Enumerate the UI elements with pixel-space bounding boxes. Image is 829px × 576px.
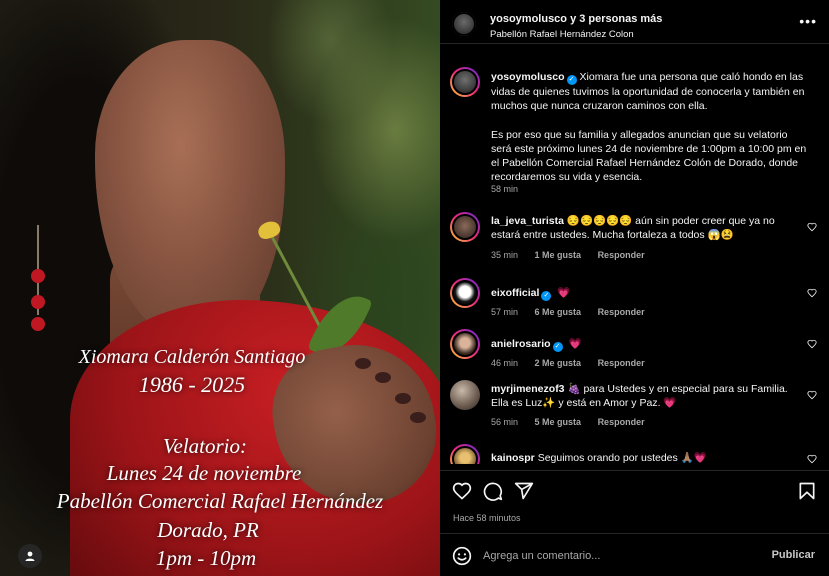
comment-like-icon[interactable] xyxy=(807,454,817,464)
comment-body: 💗 xyxy=(557,287,571,299)
overlay-time: 1pm - 10pm xyxy=(155,546,257,570)
comment-time: 46 min xyxy=(491,358,519,368)
comment-meta: 56 min 5 Me gusta Responder xyxy=(491,417,659,427)
more-options-icon[interactable]: ••• xyxy=(799,14,817,28)
post-side-panel: yosoymolusco y 3 personas más Pabellón R… xyxy=(440,0,829,576)
comment-like-icon[interactable] xyxy=(807,339,817,349)
verified-badge-icon: ✓ xyxy=(566,75,577,85)
comment-username[interactable]: la_jeva_turista xyxy=(491,215,564,227)
comment-body: Seguimos orando por ustedes 🙏🏽💗 xyxy=(537,452,707,464)
comment-like-icon[interactable] xyxy=(807,390,817,400)
comment-avatar[interactable] xyxy=(450,212,480,242)
overlay-date: Lunes 24 de noviembre xyxy=(106,461,302,485)
verified-badge-icon: ✓ xyxy=(541,291,552,301)
comment-meta: 46 min 2 Me gusta Responder xyxy=(491,358,659,368)
caption-time: 58 min xyxy=(491,184,519,194)
post-caption: yosoymolusco ✓ Xiomara fue una persona que… xyxy=(491,70,809,184)
comment-meta: 35 min 1 Me gusta Responder xyxy=(491,250,659,260)
overlay-velatorio: Velatorio: xyxy=(163,434,247,458)
bookmark-icon[interactable] xyxy=(797,481,817,501)
post-header: yosoymolusco y 3 personas más Pabellón R… xyxy=(440,0,829,44)
share-icon[interactable] xyxy=(514,481,534,501)
photo-earring xyxy=(31,225,45,335)
comment-like-icon[interactable] xyxy=(807,288,817,298)
add-comment-bar: Publicar xyxy=(440,533,829,576)
comment-reply-button[interactable]: Responder xyxy=(598,307,645,317)
comment-avatar[interactable] xyxy=(450,278,480,308)
comment-reply-button[interactable]: Responder xyxy=(598,358,645,368)
comment-text: la_jeva_turista 😔😔😔😔😔 aún sin poder cree… xyxy=(491,214,791,242)
comment-text: anielrosario ✓ 💗 xyxy=(491,337,791,352)
comment-text: myrjimenezof3 🍇 para Ustedes y en especi… xyxy=(491,382,791,410)
comment-username[interactable]: eixofficial xyxy=(491,287,539,299)
comment-avatar[interactable] xyxy=(450,380,480,410)
comment-username[interactable]: kainospr xyxy=(491,452,535,464)
person-icon xyxy=(25,551,35,561)
comment-time: 35 min xyxy=(491,250,519,260)
publish-button[interactable]: Publicar xyxy=(772,549,815,561)
post-actions xyxy=(440,470,829,510)
comment-username[interactable]: anielrosario xyxy=(491,338,551,350)
comment-reply-button[interactable]: Responder xyxy=(598,250,645,260)
verified-badge-icon: ✓ xyxy=(552,342,563,352)
post-timestamp[interactable]: Hace 58 minutos xyxy=(453,513,521,523)
caption-paragraph-2: Es por eso que su familia y allegados an… xyxy=(491,128,807,184)
comment-avatar[interactable] xyxy=(450,444,480,464)
post-photo: Xiomara Calderón Santiago 1986 - 2025 Ve… xyxy=(0,0,440,576)
comment-icon[interactable] xyxy=(483,481,503,501)
comment-text: kainospr Seguimos orando por ustedes 🙏🏽💗 xyxy=(491,451,791,464)
comment-likes[interactable]: 5 Me gusta xyxy=(535,417,582,427)
comment-body: 💗 xyxy=(568,338,582,350)
comment-likes[interactable]: 2 Me gusta xyxy=(535,358,582,368)
comment-likes[interactable]: 1 Me gusta xyxy=(535,250,582,260)
comment-reply-button[interactable]: Responder xyxy=(598,417,645,427)
heart-icon[interactable] xyxy=(452,481,472,501)
overlay-venue: Pabellón Comercial Rafael Hernández xyxy=(56,489,384,513)
tagged-users-button[interactable] xyxy=(18,544,42,568)
comment-time: 57 min xyxy=(491,307,519,317)
header-avatar[interactable] xyxy=(452,12,476,36)
comment-username[interactable]: myrjimenezof3 xyxy=(491,383,565,395)
comment-text: eixofficial ✓ 💗 xyxy=(491,286,791,301)
overlay-name: Xiomara Calderón Santiago xyxy=(78,346,306,368)
comment-meta: 57 min 6 Me gusta Responder xyxy=(491,307,659,317)
caption-avatar[interactable] xyxy=(450,67,480,97)
header-location[interactable]: Pabellón Rafael Hernández Colon xyxy=(490,29,634,40)
photo-nail xyxy=(410,412,426,423)
comment-time: 56 min xyxy=(491,417,519,427)
comments-list[interactable]: yosoymolusco ✓ Xiomara fue una persona que… xyxy=(440,58,829,464)
comment-likes[interactable]: 6 Me gusta xyxy=(535,307,582,317)
emoji-icon[interactable] xyxy=(452,546,472,566)
overlay-years: 1986 - 2025 xyxy=(138,372,246,397)
comment-input[interactable] xyxy=(483,546,763,566)
header-username[interactable]: yosoymolusco xyxy=(490,13,567,25)
comment-avatar[interactable] xyxy=(450,329,480,359)
header-collaborators[interactable]: y 3 personas más xyxy=(567,13,662,25)
caption-username[interactable]: yosoymolusco xyxy=(491,71,565,83)
overlay-city: Dorado, PR xyxy=(157,518,259,542)
header-accounts[interactable]: yosoymolusco y 3 personas más xyxy=(490,13,662,25)
comment-like-icon[interactable] xyxy=(807,222,817,232)
